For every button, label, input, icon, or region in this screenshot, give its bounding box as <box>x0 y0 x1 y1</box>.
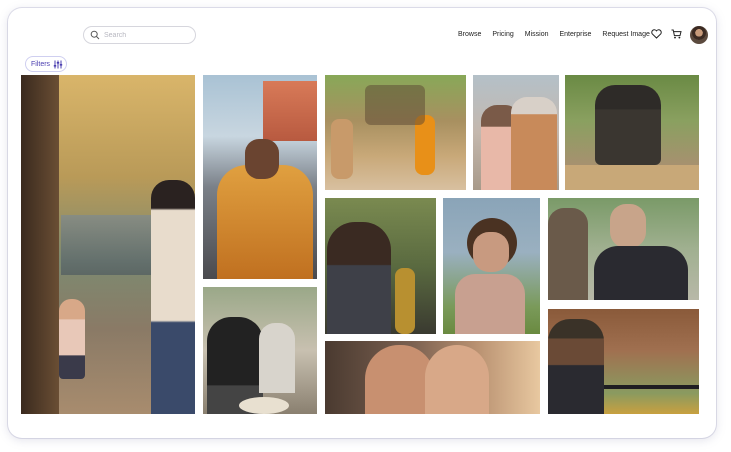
heart-icon <box>650 29 662 39</box>
user-avatar[interactable] <box>690 26 708 44</box>
photo-grandfather-child[interactable] <box>325 341 540 414</box>
photo-street-toddler[interactable] <box>21 75 195 414</box>
photo-man-singing[interactable] <box>203 75 317 279</box>
nav-browse[interactable]: Browse <box>458 31 481 38</box>
photo-women-dining[interactable] <box>203 287 317 414</box>
photo-security-guard[interactable] <box>548 309 699 414</box>
sliders-icon <box>53 60 63 68</box>
app-window: Browse Pricing Mission Enterprise Reques… <box>8 8 716 438</box>
filters-button[interactable]: Filters <box>25 56 67 72</box>
top-nav: Browse Pricing Mission Enterprise Reques… <box>458 31 661 38</box>
photo-dancers-festival[interactable] <box>325 75 466 190</box>
favorites-button[interactable] <box>650 28 662 40</box>
cart-icon <box>671 29 682 39</box>
nav-pricing[interactable]: Pricing <box>492 31 513 38</box>
filters-label: Filters <box>31 60 51 68</box>
cart-button[interactable] <box>670 28 682 40</box>
search-icon <box>90 30 100 40</box>
nav-mission[interactable]: Mission <box>525 31 549 38</box>
search-bar[interactable] <box>83 26 196 44</box>
photo-carpenter[interactable] <box>565 75 699 190</box>
photo-saxophone-player[interactable] <box>325 198 436 334</box>
photo-couple-embracing[interactable] <box>473 75 559 190</box>
photo-man-smiling[interactable] <box>548 198 699 300</box>
photo-woman-curly-hair[interactable] <box>443 198 540 334</box>
nav-enterprise[interactable]: Enterprise <box>559 31 591 38</box>
search-input[interactable] <box>104 31 184 39</box>
nav-request-image[interactable]: Request Image <box>602 31 649 38</box>
